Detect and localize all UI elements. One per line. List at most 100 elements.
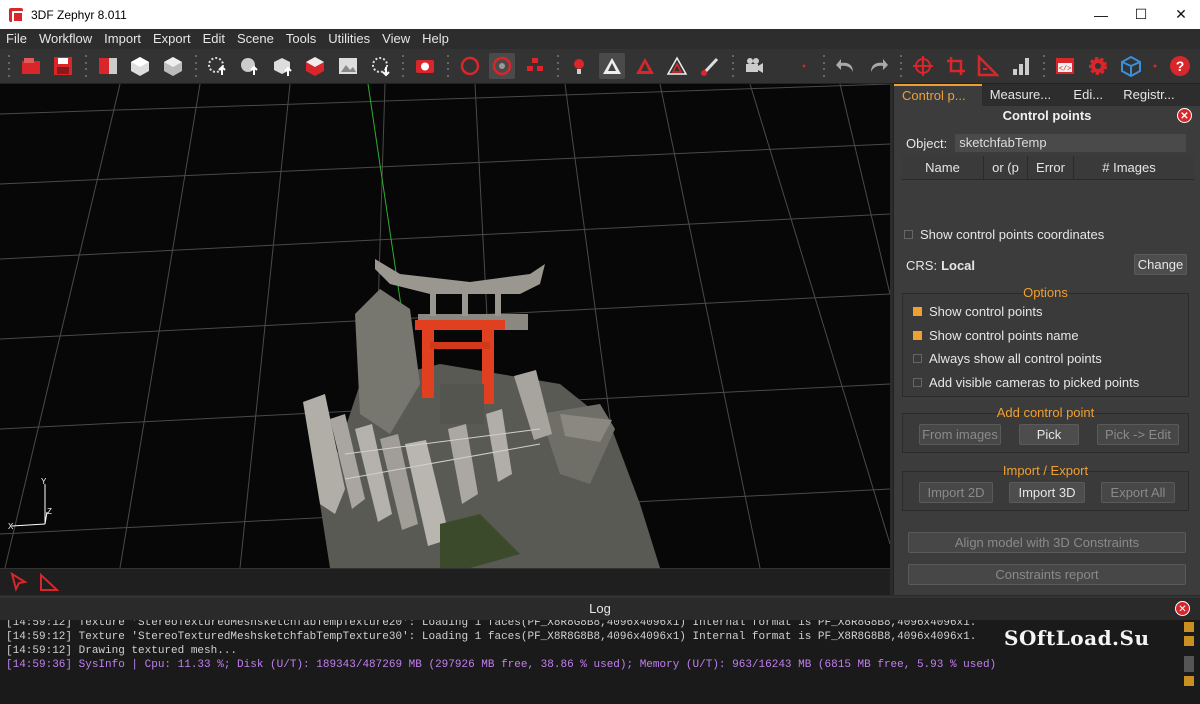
help-icon[interactable]: ? <box>1167 53 1193 79</box>
log-scrollbar[interactable] <box>1184 622 1196 700</box>
log-scroll-thumb[interactable] <box>1184 656 1194 672</box>
close-log-button[interactable]: ✕ <box>1175 601 1190 616</box>
log-line-sysinfo: [14:59:36] SysInfo | Cpu: 11.33 %; Disk … <box>6 659 997 671</box>
toolbar-separator <box>445 53 451 79</box>
pick-button[interactable]: Pick <box>1019 424 1079 445</box>
sketchfab-icon[interactable] <box>1118 53 1144 79</box>
camera-animation-icon[interactable] <box>742 53 768 79</box>
object-select[interactable]: sketchfabTemp <box>955 134 1187 152</box>
menu-export[interactable]: Export <box>147 29 197 49</box>
add-cameras-checkbox[interactable] <box>913 378 922 387</box>
menu-bar: File Workflow Import Export Edit Scene T… <box>0 29 1200 49</box>
log-filter-icon[interactable] <box>1184 622 1194 632</box>
import-3d-button[interactable]: Import 3D <box>1009 482 1085 503</box>
import-2d-button[interactable]: Import 2D <box>919 482 993 503</box>
column-images[interactable]: # Images <box>1074 156 1184 179</box>
option-show-names[interactable]: Show control points name <box>913 328 1079 343</box>
show-coords-row[interactable]: Show control points coordinates <box>904 227 1200 242</box>
rotate-icon[interactable] <box>457 53 483 79</box>
undo-icon[interactable] <box>833 53 859 79</box>
close-window-button[interactable]: ✕ <box>1162 0 1200 29</box>
import-cloud-icon[interactable] <box>205 53 231 79</box>
minimize-button[interactable]: — <box>1082 0 1120 29</box>
image-icon[interactable] <box>335 53 361 79</box>
object-label: Object: <box>906 135 948 151</box>
script-icon[interactable]: </> <box>1053 53 1079 79</box>
menu-workflow[interactable]: Workflow <box>33 29 98 49</box>
log-header: Log ✕ <box>0 598 1200 620</box>
textured-mesh-icon[interactable] <box>303 53 329 79</box>
gizmo-icon[interactable] <box>910 53 936 79</box>
dense-cloud-icon[interactable] <box>160 53 186 79</box>
redo-icon[interactable] <box>866 53 892 79</box>
export-cloud-icon[interactable] <box>368 53 394 79</box>
workspace-icon[interactable] <box>95 53 121 79</box>
show-points-checkbox[interactable] <box>913 307 922 316</box>
brush-icon[interactable] <box>697 53 723 79</box>
wireframe-render-icon[interactable] <box>664 53 690 79</box>
y-axis-label: Y <box>41 477 47 486</box>
3d-viewport[interactable]: Y X Z <box>0 84 890 568</box>
show-names-checkbox[interactable] <box>913 331 922 340</box>
crs-row: CRS: Local Change <box>906 254 1200 276</box>
column-coordinates[interactable]: or (p <box>984 156 1028 179</box>
pick-edit-button[interactable]: Pick -> Edit <box>1097 424 1179 445</box>
control-points-table-body[interactable] <box>894 180 1200 220</box>
control-points-panel: Control p... Measure... Edi... Registr..… <box>893 84 1200 595</box>
ruler-angle-icon[interactable] <box>38 571 60 593</box>
menu-tools[interactable]: Tools <box>280 29 322 49</box>
sparse-cloud-icon[interactable] <box>128 53 154 79</box>
stats-icon[interactable] <box>1008 53 1034 79</box>
show-coords-checkbox[interactable] <box>904 229 913 239</box>
menu-help[interactable]: Help <box>416 29 455 49</box>
toolbar-separator <box>6 53 12 79</box>
orbit-icon[interactable] <box>489 53 516 79</box>
from-images-button[interactable]: From images <box>919 424 1001 445</box>
save-icon[interactable] <box>51 53 77 79</box>
menu-utilities[interactable]: Utilities <box>322 29 376 49</box>
option-always-show[interactable]: Always show all control points <box>913 351 1102 366</box>
align-model-button[interactable]: Align model with 3D Constraints <box>908 532 1186 553</box>
import-mesh-icon[interactable] <box>237 53 263 79</box>
log-filter-icon[interactable] <box>1184 636 1194 646</box>
menu-edit[interactable]: Edit <box>197 29 231 49</box>
solid-render-icon[interactable] <box>599 53 625 79</box>
tab-edit[interactable]: Edi... <box>1065 84 1115 106</box>
menu-import[interactable]: Import <box>98 29 147 49</box>
column-name[interactable]: Name <box>902 156 984 179</box>
toolbar-separator <box>400 53 406 79</box>
log-scroll-down-icon[interactable] <box>1184 676 1194 686</box>
change-crs-button[interactable]: Change <box>1134 254 1187 275</box>
toolbar-separator <box>1041 53 1047 79</box>
menu-file[interactable]: File <box>0 29 33 49</box>
light-icon[interactable] <box>567 53 593 79</box>
screenshot-icon[interactable] <box>412 53 438 79</box>
maximize-button[interactable]: ☐ <box>1122 0 1160 29</box>
always-show-checkbox[interactable] <box>913 354 922 363</box>
new-project-icon[interactable] <box>18 53 44 79</box>
import-textured-icon[interactable] <box>270 53 296 79</box>
option-show-points[interactable]: Show control points <box>913 304 1042 319</box>
crs-label: CRS: <box>906 257 938 273</box>
log-title: Log <box>589 601 611 616</box>
tab-registration[interactable]: Registr... <box>1115 84 1200 106</box>
select-cursor-icon[interactable] <box>8 571 30 593</box>
option-add-cameras[interactable]: Add visible cameras to picked points <box>913 375 1139 390</box>
constraints-report-button[interactable]: Constraints report <box>908 564 1186 585</box>
export-all-button[interactable]: Export All <box>1101 482 1175 503</box>
tab-control-points[interactable]: Control p... <box>894 84 982 106</box>
main-toolbar: </> ? <box>0 49 1200 84</box>
column-error[interactable]: Error <box>1028 156 1074 179</box>
axis-gizmo: Y X Z <box>8 477 52 531</box>
title-bar: 3DF Zephyr 8.011 — ☐ ✕ <box>0 0 1200 29</box>
close-panel-button[interactable]: ✕ <box>1177 108 1192 123</box>
shaded-render-icon[interactable] <box>632 53 658 79</box>
settings-gear-icon[interactable] <box>1085 53 1111 79</box>
tab-measure[interactable]: Measure... <box>982 84 1066 106</box>
menu-scene[interactable]: Scene <box>231 29 280 49</box>
menu-view[interactable]: View <box>376 29 416 49</box>
bounding-box-icon[interactable] <box>522 53 548 79</box>
measure-icon[interactable] <box>975 53 1001 79</box>
crop-icon[interactable] <box>943 53 969 79</box>
toolbar-separator <box>898 53 904 79</box>
